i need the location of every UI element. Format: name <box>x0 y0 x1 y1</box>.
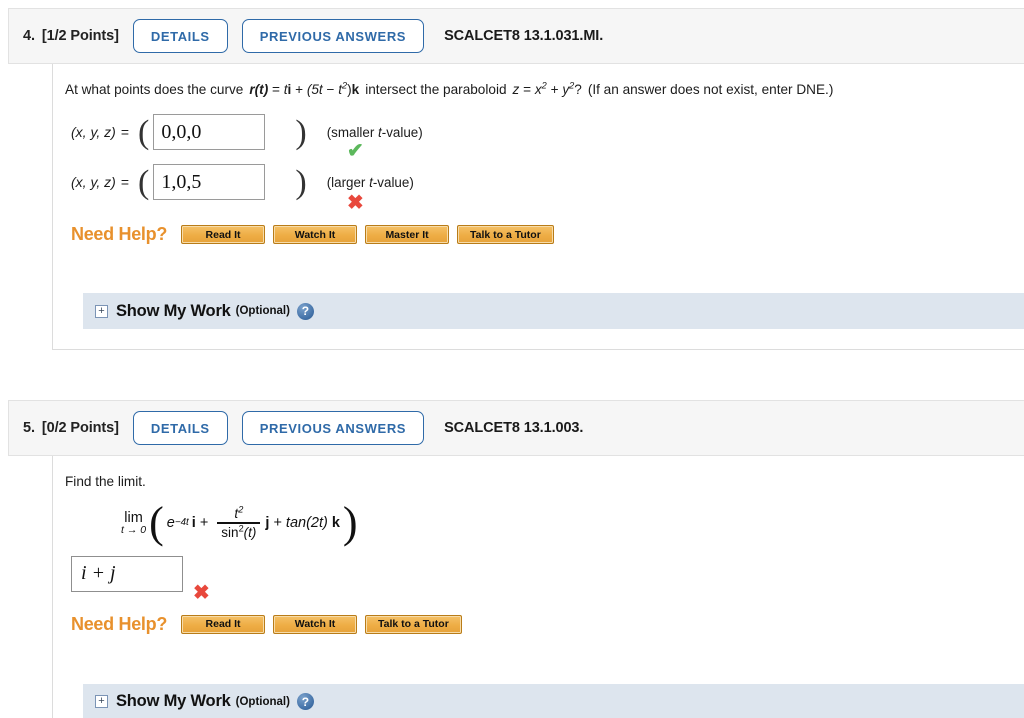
help-icon[interactable]: ? <box>296 302 314 320</box>
q4-minus: − <box>326 82 335 97</box>
q4-x-exp: 2 <box>541 80 547 91</box>
problem-5-show-my-work[interactable]: + Show My Work (Optional) ? <box>83 683 1024 718</box>
problem-4-code: SCALCET8 13.1.031.MI. <box>444 28 604 44</box>
previous-answers-button[interactable]: PREVIOUS ANSWERS <box>241 411 425 445</box>
need-help-label: Need Help? <box>71 224 168 245</box>
problem-5-code: SCALCET8 13.1.003. <box>444 420 584 436</box>
limit-term3-vector-k: k <box>331 515 340 532</box>
limit-term3: tan(2t) <box>285 515 328 532</box>
read-it-button[interactable]: Read It <box>181 225 266 245</box>
assignment-page: 4. [1/2 Points] DETAILS PREVIOUS ANSWERS… <box>0 0 1024 718</box>
show-my-work-title: Show My Work <box>116 301 231 320</box>
limit-operator: lim t → 0 <box>121 510 146 536</box>
answer-2-close-paren: ) <box>295 163 307 201</box>
problem-4-show-my-work[interactable]: + Show My Work (Optional) ? <box>83 293 1024 330</box>
q4-z-plus: + <box>550 82 559 97</box>
show-my-work-optional: (Optional) <box>235 695 290 708</box>
fraction-numerator: t2 <box>230 504 247 522</box>
limit-close-paren: ) <box>342 498 358 548</box>
q4-k: k <box>351 82 360 97</box>
fraction-denominator-arg: (t) <box>243 524 257 540</box>
problem-4-points: [1/2 Points] <box>41 28 119 44</box>
answer-row-2: (x, y, z) = ( 1,0,5 ) (larger t-value) ✖ <box>65 162 1024 214</box>
answer-row-1: (x, y, z) = ( 0,0,0 ) (smaller t-value) … <box>65 112 1024 162</box>
fraction-denominator: sin2(t) <box>217 524 260 540</box>
answer-2-incorrect-icon: ✖ <box>347 192 364 215</box>
problem-5-body: Find the limit. lim t → 0 ( e−4t i + t2 <box>52 456 1024 718</box>
problem-5-points: [0/2 Points] <box>41 420 119 436</box>
q4-5t: (5t <box>306 82 323 97</box>
read-it-button[interactable]: Read It <box>181 614 266 634</box>
show-my-work-optional: (Optional) <box>235 305 290 318</box>
limit-term1-vector-i: i <box>191 515 196 532</box>
answer-2-label: (x, y, z) <box>71 174 116 191</box>
problem-4-header: 4. [1/2 Points] DETAILS PREVIOUS ANSWERS… <box>8 8 1024 64</box>
fraction-denominator-base: sin <box>221 524 239 540</box>
limit-expression: lim t → 0 ( e −4t i + t2 sin2(t) j + tan… <box>121 498 1024 548</box>
answer-2-open-paren: ( <box>138 163 150 201</box>
show-my-work-title: Show My Work <box>116 692 231 711</box>
problem-4-question-text: At what points does the curve r(t) = ti +… <box>65 80 1024 100</box>
q4-tail: (If an answer does not exist, enter DNE.… <box>587 82 834 97</box>
answer-1-note: (smaller t-value) <box>326 124 423 140</box>
q4-eq: = <box>272 82 280 97</box>
problem-5-number: 5. <box>23 420 35 436</box>
problem-4-number: 4. <box>23 28 35 44</box>
master-it-button[interactable]: Master It <box>365 225 450 245</box>
q4-plus: + <box>295 82 304 97</box>
problem-5-need-help: Need Help? Read It Watch It Talk to a Tu… <box>71 614 1024 635</box>
limit-approach: t → 0 <box>121 524 147 537</box>
limit-body: e −4t i + t2 sin2(t) j + tan(2t) k <box>166 504 340 540</box>
watch-it-button[interactable]: Watch It <box>273 614 358 634</box>
details-button[interactable]: DETAILS <box>132 19 228 53</box>
problem-5-header: 5. [0/2 Points] DETAILS PREVIOUS ANSWERS… <box>8 400 1024 456</box>
answer-1-close-paren: ) <box>295 113 307 151</box>
answer-row-3: i + j ✖ <box>65 554 1024 604</box>
limit-plus-1: + <box>199 515 209 532</box>
q4-lead: At what points does the curve <box>65 82 244 97</box>
fraction-numerator-exp: 2 <box>238 504 244 515</box>
answer-1-label: (x, y, z) <box>71 124 116 141</box>
expand-icon[interactable]: + <box>95 695 108 709</box>
q4-rt: r(t) <box>249 82 269 97</box>
q4-mid: intersect the paraboloid <box>365 82 507 97</box>
q4-z-eq: = <box>523 82 532 97</box>
talk-to-a-tutor-button[interactable]: Talk to a Tutor <box>457 225 554 245</box>
problem-5-prompt: Find the limit. <box>65 474 146 489</box>
problem-4-body: At what points does the curve r(t) = ti +… <box>52 64 1024 350</box>
details-button[interactable]: DETAILS <box>132 411 228 445</box>
limit-term2-vector-j: j <box>265 515 270 532</box>
q4-qmark: ? <box>574 82 582 97</box>
expand-icon[interactable]: + <box>95 304 108 318</box>
answer-1-equals: = <box>120 124 130 141</box>
q4-z: z <box>512 82 520 97</box>
previous-answers-button[interactable]: PREVIOUS ANSWERS <box>241 19 425 53</box>
problem-4-need-help: Need Help? Read It Watch It Master It Ta… <box>71 224 1024 245</box>
limit-open-paren: ( <box>149 498 164 548</box>
limit-fraction: t2 sin2(t) <box>217 504 261 540</box>
talk-to-a-tutor-button[interactable]: Talk to a Tutor <box>365 614 462 634</box>
help-icon[interactable]: ? <box>296 693 314 711</box>
answer-1-input[interactable]: 0,0,0 <box>153 114 266 151</box>
need-help-label: Need Help? <box>71 613 168 634</box>
answer-1-open-paren: ( <box>138 113 150 151</box>
answer-2-equals: = <box>120 174 130 191</box>
q4-x: x <box>534 82 542 97</box>
limit-term1-base: e <box>166 515 175 532</box>
q4-i: i <box>287 82 292 97</box>
limit-plus-2: + <box>273 515 282 532</box>
answer-2-input[interactable]: 1,0,5 <box>153 164 266 201</box>
answer-2-note: (larger t-value) <box>326 174 414 190</box>
answer-1-correct-icon: ✔ <box>347 140 364 163</box>
watch-it-button[interactable]: Watch It <box>273 225 358 245</box>
limit-answer-input[interactable]: i + j <box>71 555 183 592</box>
limit-answer-incorrect-icon: ✖ <box>193 581 210 604</box>
